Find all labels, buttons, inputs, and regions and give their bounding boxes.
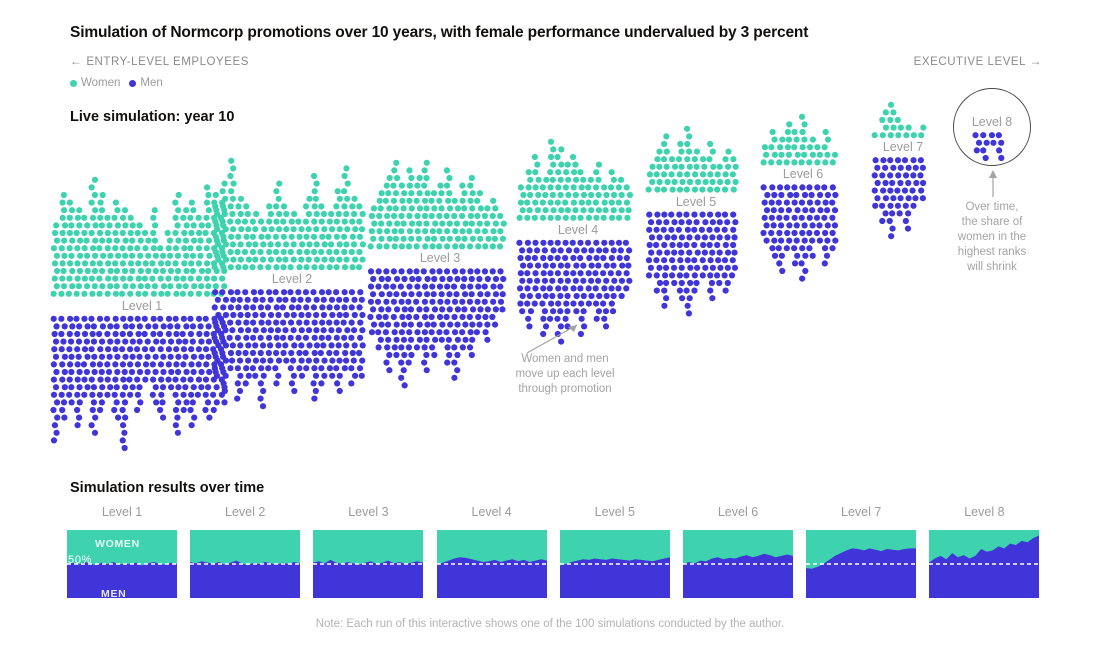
area-chart-svg-4 [436,530,547,598]
area-chart-svg-8 [929,530,1040,598]
beeswarm-level-label-3: Level 3 [419,251,461,265]
area-chart-panel-3: Level 3 [313,505,424,598]
area-chart-svg-6 [683,530,793,598]
results-section-title: Simulation results over time [70,480,265,496]
beeswarm-level-label-2: Level 2 [271,272,313,286]
area-chart-panel-8: Level 8 [929,505,1040,598]
area-chart-panel-1: Level 1 WOMEN 50% MEN [67,505,177,600]
area-chart-label-7: Level 7 [841,505,882,519]
area-chart-panel-4: Level 4 [436,505,547,598]
women-area-label: WOMEN [95,538,140,550]
beeswarm-level-group-7 [871,91,932,250]
area-chart-svg-3 [313,530,424,598]
area-chart-label-8: Level 8 [964,505,1005,519]
beeswarm-dots-6 [760,113,839,282]
area-chart-panel-2: Level 2 [190,505,301,598]
area-chart-label-3: Level 3 [348,505,389,519]
area-chart-label-1: Level 1 [101,505,143,519]
beeswarm-level-group-6 [760,103,844,292]
shrink-annotation-arrow-icon [989,170,997,197]
beeswarm-level-group-1 [49,166,233,462]
area-chart-panel-7: Level 7 [806,505,917,598]
beeswarm-dots-5 [645,126,740,317]
beeswarm-level-label-7: Level 7 [882,140,924,154]
level-8-highlight-circle [953,88,1031,166]
beeswarm-level-label-4: Level 4 [557,223,599,237]
beeswarm-level-label-1: Level 1 [121,299,163,313]
beeswarm-level-label-6: Level 6 [782,167,824,181]
area-chart-panel-5: Level 5 [559,505,670,598]
area-chart-label-2: Level 2 [225,505,266,519]
promotion-annotation: Women and men move up each level through… [515,353,615,395]
beeswarm-level-label-5: Level 5 [675,195,717,209]
beeswarm-level-group-5 [645,115,744,327]
area-chart-label-6: Level 6 [717,505,759,519]
beeswarm-dots-1 [49,176,228,452]
area-chart-svg-2 [190,530,301,598]
area-chart-svg-7 [806,530,917,598]
fifty-percent-label: 50% [68,554,93,566]
beeswarm-chart: Level 1 Level 2 Level 3 Level 4 Level 5 Level… [0,0,1100,470]
shrink-annotation: Over time, the share of women in the hig… [957,201,1027,273]
men-area-label: MEN [101,588,127,600]
area-chart-panel-6: Level 6 [683,505,793,598]
area-chart-label-4: Level 4 [471,505,512,519]
area-chart-svg-5 [559,530,670,598]
promotion-annotation-arrow-icon [526,324,578,354]
area-chart-label-5: Level 5 [594,505,635,519]
chart-note: Note: Each run of this interactive shows… [315,618,785,630]
beeswarm-dots-7 [871,101,927,240]
